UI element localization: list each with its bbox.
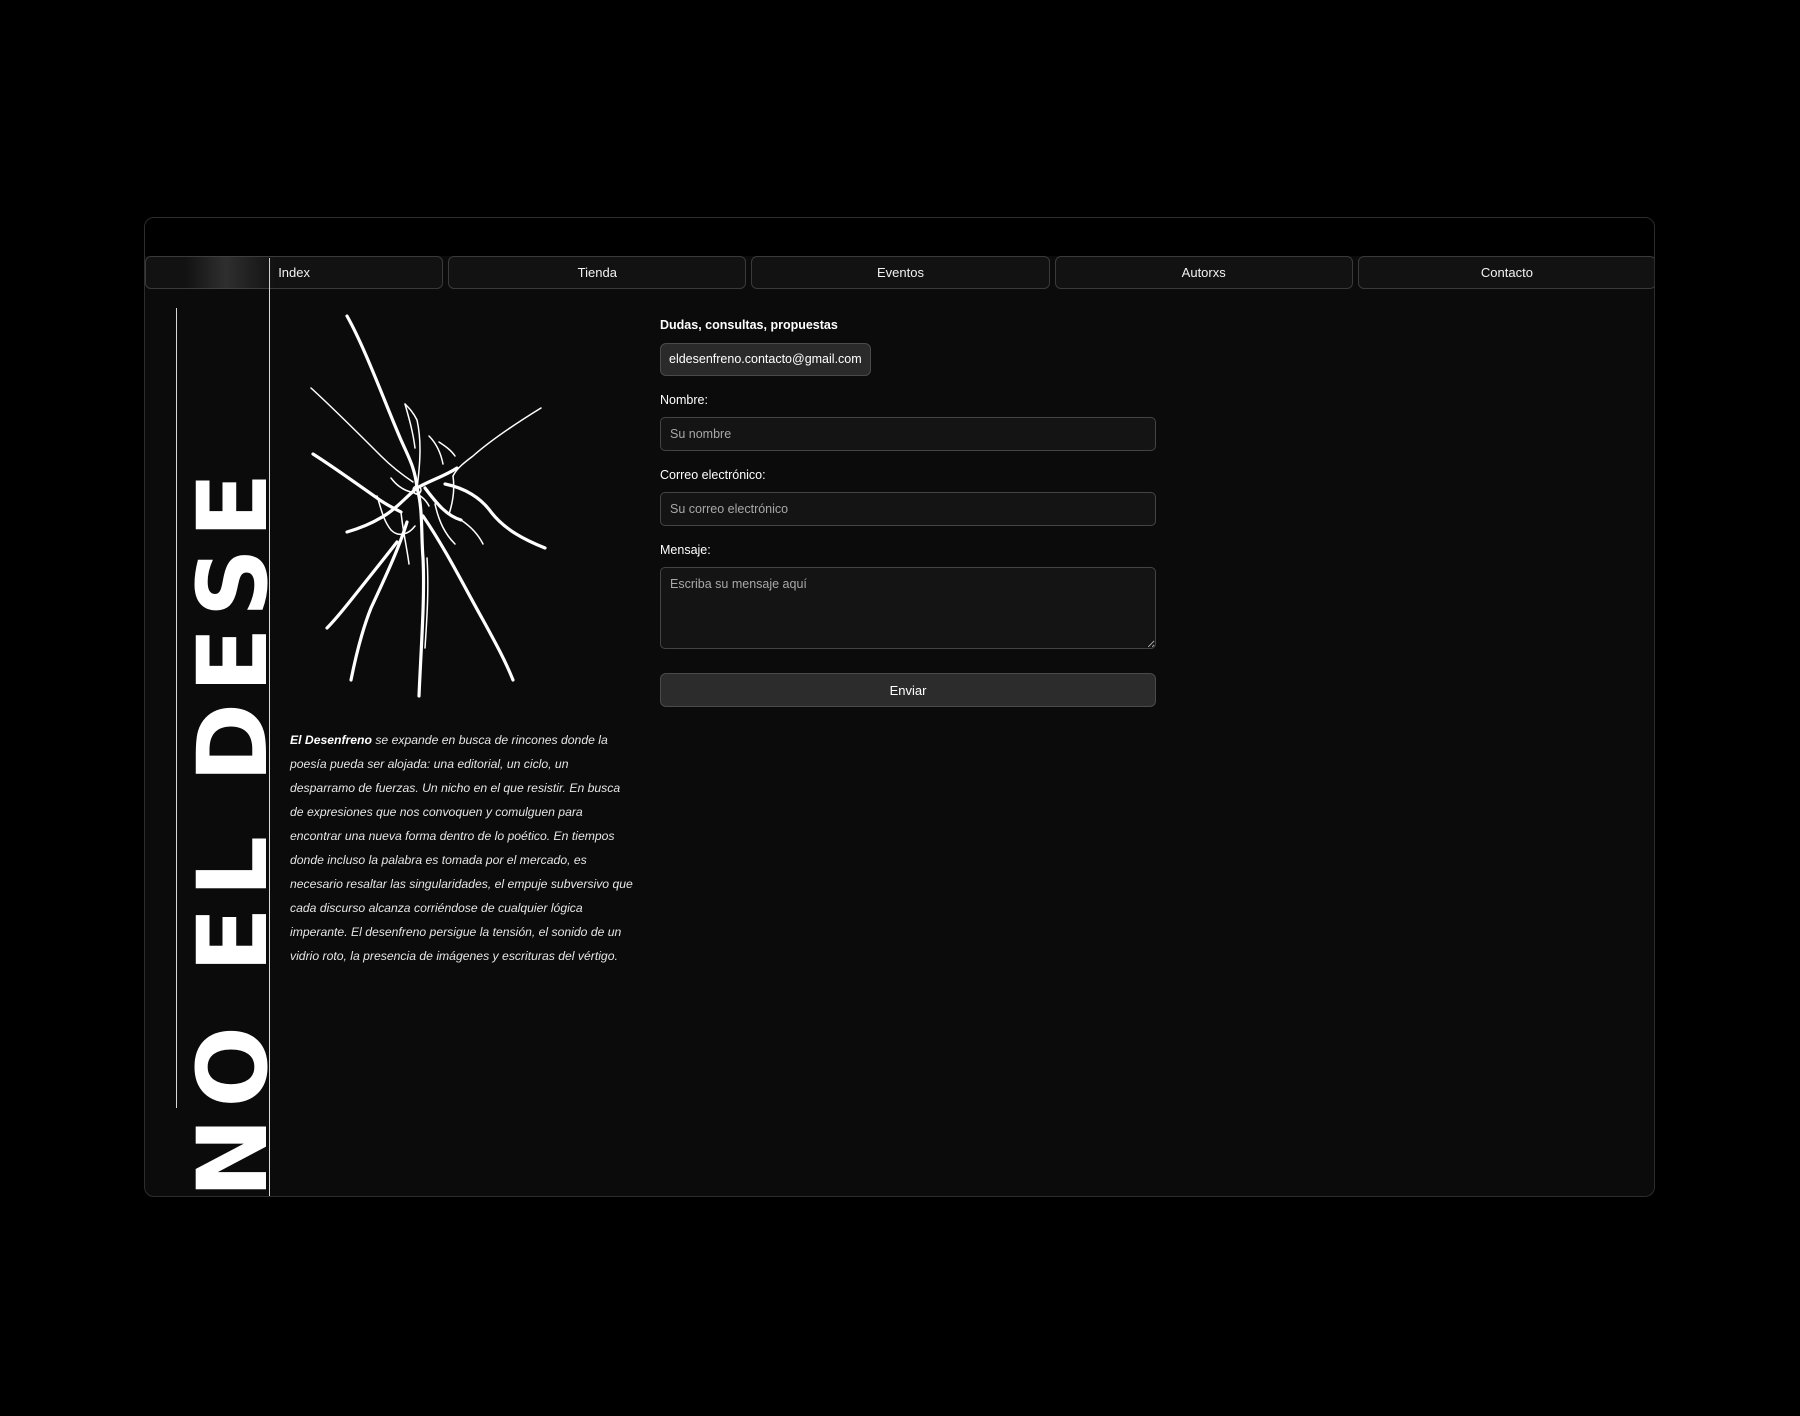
sidebar-marquee: NO EL DESE — [176, 256, 270, 1197]
nav-item-eventos[interactable]: Eventos — [751, 256, 1050, 289]
contact-heading: Dudas, consultas, propuestas — [660, 318, 838, 332]
main-nav: Index Tienda Eventos Autorxs Contacto — [145, 256, 1654, 289]
site-window: Index Tienda Eventos Autorxs Contacto NO… — [144, 217, 1655, 1197]
name-input[interactable] — [660, 417, 1156, 451]
contact-form: Dudas, consultas, propuestas eldesenfren… — [660, 318, 1156, 707]
contact-email-link[interactable]: eldesenfreno.contacto@gmail.com — [660, 343, 871, 376]
vertical-site-title: NO EL DESE — [177, 462, 270, 1197]
intro-brand: El Desenfreno — [290, 733, 372, 748]
intro-paragraph: El Desenfreno se expande en busca de rin… — [290, 728, 635, 968]
message-textarea[interactable] — [660, 567, 1156, 649]
sidebar-divider-right — [269, 258, 270, 1196]
nav-item-tienda[interactable]: Tienda — [448, 256, 747, 289]
email-label: Correo electrónico: — [660, 468, 766, 482]
nav-item-autorxs[interactable]: Autorxs — [1054, 256, 1353, 289]
message-label: Mensaje: — [660, 543, 711, 557]
name-label: Nombre: — [660, 393, 708, 407]
top-bar — [145, 218, 1654, 256]
broken-glass-icon — [310, 314, 547, 698]
submit-button[interactable]: Enviar — [660, 673, 1156, 707]
intro-text: se expande en busca de rincones donde la… — [290, 733, 633, 964]
email-input[interactable] — [660, 492, 1156, 526]
nav-item-contacto[interactable]: Contacto — [1357, 256, 1654, 289]
